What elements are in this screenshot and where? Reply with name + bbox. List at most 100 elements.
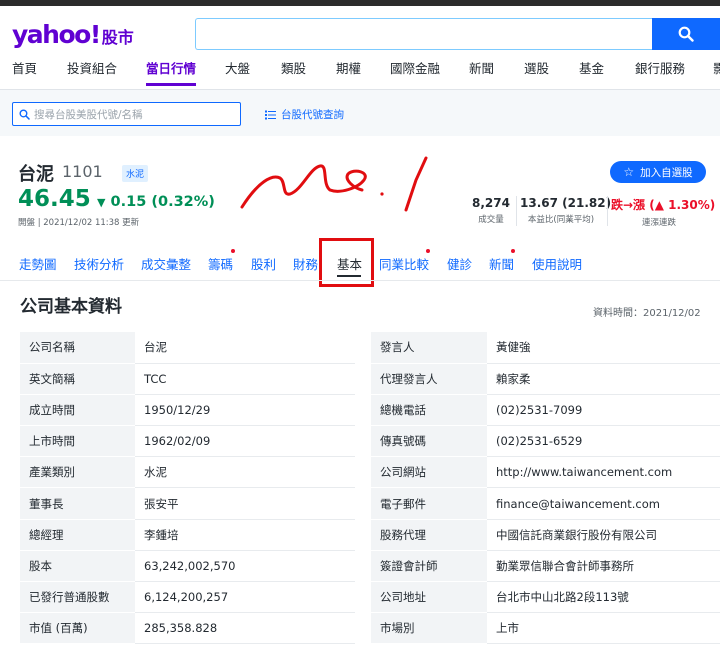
field-value: TCC — [135, 363, 355, 395]
field-value: 勤業眾信聯合會計師事務所 — [487, 550, 720, 583]
list-icon — [265, 110, 276, 119]
table-row: 電子郵件 finance@taiwancement.com — [371, 487, 720, 520]
table-row: 產業類別 水泥 — [20, 456, 355, 489]
nav-more[interactable]: 影 — [713, 60, 720, 86]
field-label: 總機電話 — [371, 394, 487, 427]
nav-intl-finance[interactable]: 國際金融 — [390, 60, 440, 86]
yahoo-stock-logo[interactable]: yahoo! 股市 — [12, 20, 134, 50]
stock-name: 台泥 — [18, 164, 54, 185]
field-label: 成立時間 — [20, 394, 135, 427]
field-label: 市場別 — [371, 612, 487, 645]
nav-screener[interactable]: 選股 — [524, 60, 549, 86]
field-label: 股務代理 — [371, 519, 487, 551]
section-title: 公司基本資料 — [20, 297, 122, 317]
table-row: 市場別 上市 — [371, 612, 720, 645]
stat-pe: 13.67 (21.82) 本益比(同業平均) — [520, 196, 612, 225]
nav-funds[interactable]: 基金 — [579, 60, 604, 86]
table-row: 股本 63,242,002,570 — [20, 550, 355, 583]
new-badge-dot — [231, 249, 235, 253]
tab-trades[interactable]: 成交彙整 — [141, 254, 191, 273]
table-row: 簽證會計師 勤業眾信聯合會計師事務所 — [371, 550, 720, 583]
stat-volume: 8,274 成交量 — [472, 196, 510, 225]
stat-pe-label: 本益比(同業平均) — [527, 215, 595, 225]
down-arrow-icon: ▼ — [97, 196, 106, 209]
table-row: 成立時間 1950/12/29 — [20, 394, 355, 427]
nav-sectors[interactable]: 類股 — [281, 60, 306, 86]
add-to-watchlist-label: 加入自選股 — [640, 166, 693, 179]
nav-market[interactable]: 大盤 — [225, 60, 250, 86]
tab-chips[interactable]: 籌碼 — [208, 254, 233, 273]
tab-chart[interactable]: 走勢圖 — [19, 254, 57, 273]
field-label: 公司網站 — [371, 456, 487, 489]
field-value: 6,124,200,257 — [135, 581, 355, 614]
nav-news[interactable]: 新聞 — [469, 60, 494, 86]
nav-portfolio[interactable]: 投資組合 — [67, 60, 117, 86]
table-row: 總機電話 (02)2531-7099 — [371, 394, 720, 427]
tab-technical[interactable]: 技術分析 — [74, 254, 124, 273]
field-label: 產業類別 — [20, 456, 135, 489]
company-email-link[interactable]: finance@taiwancement.com — [487, 487, 720, 520]
table-row: 股務代理 中國信託商業銀行股份有限公司 — [371, 519, 720, 551]
table-row: 市值 (百萬) 285,358.828 — [20, 612, 355, 645]
field-label: 市值 (百萬) — [20, 612, 135, 645]
field-label: 英文簡稱 — [20, 363, 135, 395]
company-info-table-left: 公司名稱 台泥 英文簡稱 TCC 成立時間 1950/12/29 上市時間 1962/0… — [20, 332, 355, 645]
field-label: 股本 — [20, 550, 135, 583]
main-nav: 首頁 投資組合 當日行情 大盤 類股 期權 國際金融 新聞 選股 基金 銀行服務… — [0, 60, 720, 90]
field-value: (02)2531-7099 — [487, 394, 720, 427]
field-label: 董事長 — [20, 487, 135, 520]
field-label: 電子郵件 — [371, 487, 487, 520]
price-change-value: 0.15 (0.32%) — [110, 194, 215, 210]
nav-banking[interactable]: 銀行服務 — [635, 60, 685, 86]
stat-streak: 跌→漲 (▲ 1.30%) 連漲連跌 — [611, 196, 715, 228]
field-label: 上市時間 — [20, 425, 135, 458]
field-value: 1962/02/09 — [135, 425, 355, 458]
company-website-link[interactable]: http://www.taiwancement.com — [487, 456, 720, 489]
stat-streak-label: 連漲連跌 — [641, 218, 676, 228]
field-value: 中國信託商業銀行股份有限公司 — [487, 519, 720, 551]
tab-peer-compare[interactable]: 同業比較 — [379, 254, 429, 273]
field-value: 張安平 — [135, 487, 355, 520]
stock-search-input[interactable]: 搜尋台股美股代號/名稱 — [12, 102, 241, 126]
add-to-watchlist-button[interactable]: ☆ 加入自選股 — [610, 161, 706, 183]
table-row: 總經理 李鍾培 — [20, 519, 355, 551]
tab-news[interactable]: 新聞 — [489, 254, 514, 273]
field-value: 1950/12/29 — [135, 394, 355, 427]
field-value: 黃健強 — [487, 332, 720, 364]
field-value: 63,242,002,570 — [135, 550, 355, 583]
top-search-button[interactable] — [652, 18, 720, 50]
top-search-input[interactable] — [195, 18, 653, 50]
table-row: 傳真號碼 (02)2531-6529 — [371, 425, 720, 458]
new-badge-dot — [511, 249, 515, 253]
tabs-divider — [0, 280, 720, 281]
field-value: 李鍾培 — [135, 519, 355, 551]
nav-options[interactable]: 期權 — [336, 60, 361, 86]
field-label: 簽證會計師 — [371, 550, 487, 583]
logo-sub: 股市 — [101, 28, 134, 47]
price-change: ▼ 0.15 (0.32%) — [97, 194, 215, 210]
sector-tag[interactable]: 水泥 — [122, 165, 149, 182]
table-row: 代理發言人 賴家柔 — [371, 363, 720, 395]
tab-help[interactable]: 使用說明 — [532, 254, 582, 273]
table-row: 董事長 張安平 — [20, 487, 355, 520]
stat-pe-value: 13.67 (21.82) — [520, 196, 612, 210]
table-row: 發言人 黃健強 — [371, 332, 720, 364]
handwritten-annotation — [240, 156, 428, 212]
tab-financials[interactable]: 財務 — [293, 254, 318, 273]
site-header: yahoo! 股市 首頁 投資組合 當日行情 大盤 類股 期權 國際金融 新聞 … — [0, 6, 720, 136]
tab-health[interactable]: 健診 — [447, 254, 472, 273]
field-label: 總經理 — [20, 519, 135, 551]
field-label: 公司名稱 — [20, 332, 135, 364]
star-icon: ☆ — [623, 165, 635, 179]
search-icon — [678, 26, 694, 42]
field-value: 上市 — [487, 612, 720, 645]
code-lookup-label: 台股代號查詢 — [281, 109, 344, 121]
code-lookup-link[interactable]: 台股代號查詢 — [265, 107, 344, 122]
nav-today-quotes[interactable]: 當日行情 — [146, 60, 197, 86]
new-badge-dot — [426, 249, 430, 253]
tab-dividend[interactable]: 股利 — [251, 254, 276, 273]
field-value: 台北市中山北路2段113號 — [487, 581, 720, 614]
stock-code: 1101 — [62, 162, 103, 181]
nav-home[interactable]: 首頁 — [12, 60, 37, 86]
field-label: 代理發言人 — [371, 363, 487, 395]
